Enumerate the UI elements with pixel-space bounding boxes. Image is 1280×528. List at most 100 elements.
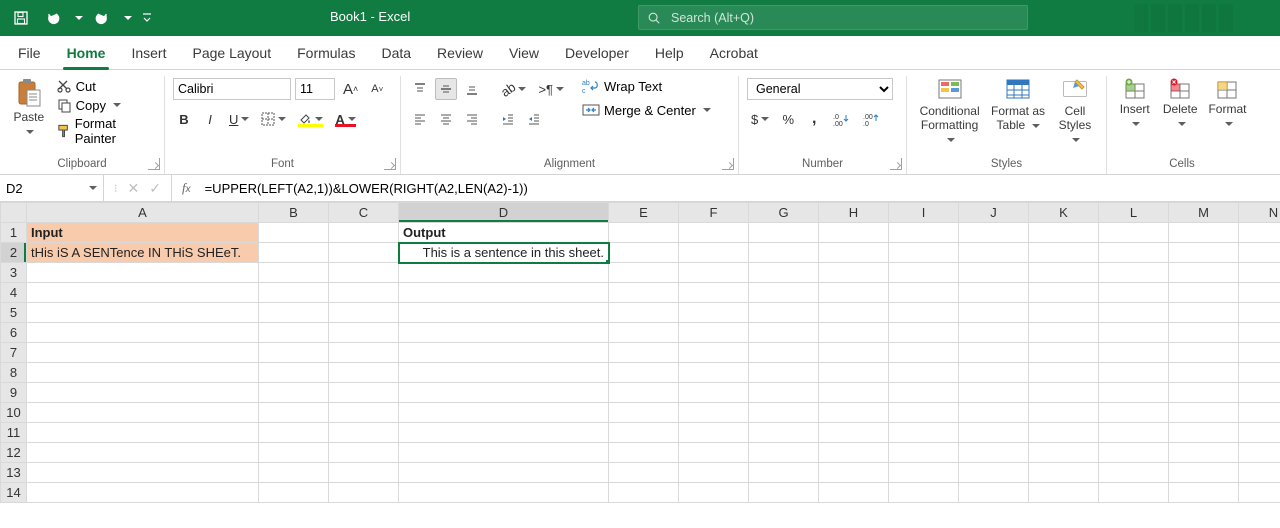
cell[interactable]: [27, 303, 259, 323]
cell[interactable]: [1239, 383, 1280, 403]
cell[interactable]: [259, 343, 329, 363]
decrease-indent-button[interactable]: [497, 108, 519, 130]
cell[interactable]: [399, 423, 609, 443]
cell[interactable]: [259, 383, 329, 403]
cell[interactable]: [679, 443, 749, 463]
cell[interactable]: [959, 423, 1029, 443]
cell[interactable]: [749, 403, 819, 423]
row-header[interactable]: 7: [1, 343, 27, 363]
orientation-button[interactable]: ab: [497, 78, 530, 100]
paste-button[interactable]: Paste: [8, 76, 50, 140]
cell[interactable]: [27, 283, 259, 303]
cell[interactable]: [1169, 223, 1239, 243]
cell[interactable]: [889, 403, 959, 423]
cell[interactable]: [679, 303, 749, 323]
cell[interactable]: [1239, 303, 1280, 323]
cell[interactable]: [329, 263, 399, 283]
cell[interactable]: [1029, 423, 1099, 443]
row-header[interactable]: 2: [1, 243, 27, 263]
cell[interactable]: [1169, 463, 1239, 483]
cell[interactable]: [679, 243, 749, 263]
cell[interactable]: [749, 323, 819, 343]
cell[interactable]: [1239, 343, 1280, 363]
cell[interactable]: [959, 363, 1029, 383]
cell[interactable]: [1099, 303, 1169, 323]
cell[interactable]: [329, 443, 399, 463]
font-dialog-launcher[interactable]: [384, 158, 396, 170]
comma-style-button[interactable]: ,: [803, 108, 825, 130]
cell[interactable]: [399, 263, 609, 283]
cell[interactable]: [889, 323, 959, 343]
column-header[interactable]: C: [329, 203, 399, 223]
column-header[interactable]: H: [819, 203, 889, 223]
bold-button[interactable]: B: [173, 108, 195, 130]
cell[interactable]: [1169, 423, 1239, 443]
tab-review[interactable]: Review: [433, 39, 487, 69]
cell[interactable]: [959, 283, 1029, 303]
cell[interactable]: [27, 383, 259, 403]
cell[interactable]: [609, 263, 679, 283]
cell[interactable]: [329, 303, 399, 323]
cell[interactable]: [1099, 463, 1169, 483]
cell[interactable]: [959, 323, 1029, 343]
cell[interactable]: [329, 403, 399, 423]
cell[interactable]: [819, 443, 889, 463]
cell[interactable]: [1099, 363, 1169, 383]
row-header[interactable]: 5: [1, 303, 27, 323]
row-header[interactable]: 4: [1, 283, 27, 303]
cell[interactable]: [749, 263, 819, 283]
cell[interactable]: [399, 363, 609, 383]
underline-button[interactable]: U: [225, 108, 253, 130]
cell[interactable]: [329, 283, 399, 303]
cell[interactable]: [959, 483, 1029, 503]
column-header[interactable]: B: [259, 203, 329, 223]
cell[interactable]: [27, 443, 259, 463]
currency-button[interactable]: $: [747, 108, 773, 130]
cell[interactable]: [1029, 403, 1099, 423]
cell[interactable]: [749, 243, 819, 263]
cell[interactable]: [1099, 483, 1169, 503]
cell[interactable]: [1239, 263, 1280, 283]
cell[interactable]: [1239, 323, 1280, 343]
search-input[interactable]: [669, 10, 1019, 26]
number-format-select[interactable]: General: [747, 78, 893, 100]
save-button[interactable]: [8, 5, 34, 31]
cell[interactable]: [1029, 243, 1099, 263]
cell[interactable]: [1099, 223, 1169, 243]
column-header[interactable]: N: [1239, 203, 1280, 223]
tab-page-layout[interactable]: Page Layout: [188, 39, 275, 69]
column-header[interactable]: K: [1029, 203, 1099, 223]
tab-view[interactable]: View: [505, 39, 543, 69]
cell[interactable]: [609, 363, 679, 383]
cell[interactable]: [399, 303, 609, 323]
merge-center-button[interactable]: Merge & Center: [582, 102, 711, 118]
cell[interactable]: [889, 303, 959, 323]
cell[interactable]: [1169, 363, 1239, 383]
tab-formulas[interactable]: Formulas: [293, 39, 359, 69]
italic-button[interactable]: I: [199, 108, 221, 130]
cell[interactable]: [1099, 443, 1169, 463]
cell[interactable]: [679, 463, 749, 483]
redo-button[interactable]: [89, 5, 115, 31]
cell[interactable]: [1169, 383, 1239, 403]
format-as-table-button[interactable]: Format as Table: [990, 76, 1046, 134]
cell[interactable]: [399, 463, 609, 483]
cell[interactable]: [1169, 483, 1239, 503]
fill-handle[interactable]: [605, 259, 609, 263]
cell[interactable]: [889, 463, 959, 483]
cell[interactable]: [1169, 263, 1239, 283]
cell[interactable]: [819, 283, 889, 303]
cell[interactable]: [819, 223, 889, 243]
cell[interactable]: [819, 263, 889, 283]
cell[interactable]: [1029, 443, 1099, 463]
increase-decimal-button[interactable]: .0.00: [829, 108, 855, 130]
cell[interactable]: This is a sentence in this sheet.: [399, 243, 609, 263]
cell[interactable]: [749, 443, 819, 463]
cell[interactable]: [959, 343, 1029, 363]
align-top-button[interactable]: [409, 78, 431, 100]
row-header[interactable]: 6: [1, 323, 27, 343]
increase-font-button[interactable]: A˄: [339, 78, 362, 100]
cell[interactable]: [679, 343, 749, 363]
format-cells-button[interactable]: Format: [1206, 76, 1249, 132]
cell[interactable]: [749, 483, 819, 503]
